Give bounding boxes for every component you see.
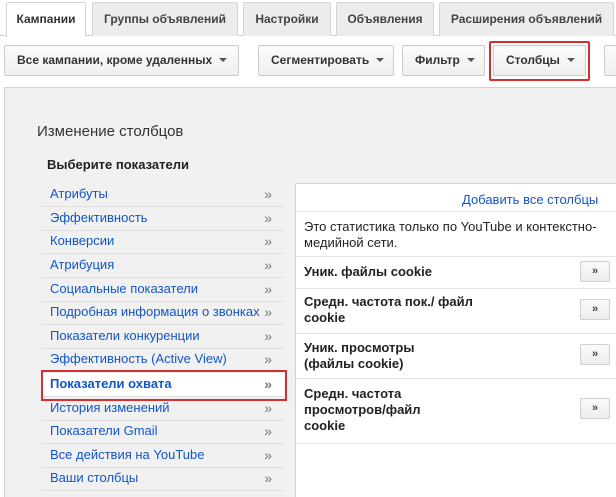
chevron-right-icon: »: [264, 304, 272, 320]
add-metric-button[interactable]: »: [580, 299, 610, 320]
toolbar-overflow-button[interactable]: [604, 45, 616, 76]
chevron-right-icon: »: [264, 210, 272, 226]
category-call-details[interactable]: Подробная информация о звонках »: [42, 301, 284, 325]
chevron-right-icon: »: [264, 400, 272, 416]
metric-unique-cookies: Уник. файлы cookie: [304, 264, 432, 279]
category-custom-columns[interactable]: Ваши столбцы »: [42, 467, 284, 491]
filter-label: Фильтр: [415, 53, 460, 67]
category-conversions[interactable]: Конверсии »: [42, 230, 284, 254]
category-performance[interactable]: Эффективность »: [42, 207, 284, 231]
category-competition[interactable]: Показатели конкуренции »: [42, 325, 284, 349]
category-label: Социальные показатели: [50, 281, 198, 296]
metrics-note: Это статистика только по YouTube и конте…: [304, 219, 597, 250]
chevron-right-icon: »: [264, 257, 272, 273]
metric-unique-views: Уник. просмотры (файлы cookie): [304, 340, 415, 371]
caret-down-icon: [219, 57, 228, 62]
chevron-right-icon: »: [264, 351, 272, 367]
divider: [296, 378, 616, 379]
divider: [296, 288, 616, 289]
tab-bar: Кампании Группы объявлений Настройки Объ…: [0, 0, 616, 37]
caret-down-icon: [466, 57, 475, 62]
add-metric-button[interactable]: »: [580, 344, 610, 365]
chevron-right-icon: »: [264, 423, 272, 439]
columns-label: Столбцы: [506, 53, 560, 67]
chevron-right-icon: »: [264, 328, 272, 344]
chevron-right-icon: »: [264, 233, 272, 249]
campaign-filter-dropdown[interactable]: Все кампании, кроме удаленных: [4, 45, 239, 76]
category-attribution[interactable]: Атрибуция »: [42, 254, 284, 278]
segment-dropdown[interactable]: Сегментировать: [258, 45, 394, 76]
chevron-right-icon: »: [264, 376, 272, 392]
columns-dropdown[interactable]: Столбцы: [493, 45, 586, 76]
tab-ads[interactable]: Объявления: [336, 2, 434, 36]
chevron-right-icon: »: [264, 186, 272, 202]
add-metric-button[interactable]: »: [580, 398, 610, 419]
category-reach[interactable]: Показатели охвата »: [42, 373, 284, 397]
segment-label: Сегментировать: [271, 53, 370, 67]
metric-avg-view-frequency: Средн. частота просмотров/файл cookie: [304, 386, 421, 433]
panel-title: Изменение столбцов: [37, 123, 184, 140]
category-social[interactable]: Социальные показатели »: [42, 278, 284, 302]
category-gmail[interactable]: Показатели Gmail »: [42, 420, 284, 444]
category-change-history[interactable]: История изменений »: [42, 397, 284, 421]
divider: [296, 443, 616, 444]
panel-subtitle: Выберите показатели: [47, 157, 189, 172]
chevron-right-icon: »: [264, 281, 272, 297]
caret-down-icon: [376, 57, 385, 62]
category-label: Ваши столбцы: [50, 470, 139, 485]
add-metric-button[interactable]: »: [580, 261, 610, 282]
divider: [296, 211, 616, 212]
campaign-filter-label: Все кампании, кроме удаленных: [17, 53, 213, 67]
chevron-right-icon: »: [264, 447, 272, 463]
category-attributes[interactable]: Атрибуты »: [42, 183, 284, 207]
category-label: Показатели охвата: [50, 376, 172, 391]
category-label: Атрибуция: [50, 257, 115, 272]
caret-down-icon: [566, 57, 575, 62]
category-label: Подробная информация о звонках: [50, 304, 260, 319]
category-youtube-actions[interactable]: Все действия на YouTube »: [42, 444, 284, 468]
category-label: Конверсии: [50, 233, 115, 248]
tab-ad-groups[interactable]: Группы объявлений: [92, 2, 238, 36]
category-active-view[interactable]: Эффективность (Active View) »: [42, 348, 284, 372]
tab-settings[interactable]: Настройки: [243, 2, 331, 36]
category-label: Показатели конкуренции: [50, 328, 200, 343]
tab-campaigns[interactable]: Кампании: [6, 2, 86, 37]
category-label: Все действия на YouTube: [50, 447, 205, 462]
divider: [296, 333, 616, 334]
tab-ad-extensions[interactable]: Расширения объявлений: [439, 2, 614, 36]
metric-avg-impression-frequency: Средн. частота пок./ файл cookie: [304, 294, 473, 325]
chevron-right-icon: »: [264, 470, 272, 486]
divider: [296, 256, 616, 257]
category-label: Эффективность: [50, 210, 148, 225]
category-label: История изменений: [50, 400, 170, 415]
add-all-columns-link[interactable]: Добавить все столбцы: [462, 192, 598, 207]
category-label: Атрибуты: [50, 186, 108, 201]
category-label: Показатели Gmail: [50, 423, 158, 438]
filter-dropdown[interactable]: Фильтр: [402, 45, 485, 76]
category-label: Эффективность (Active View): [50, 351, 227, 366]
